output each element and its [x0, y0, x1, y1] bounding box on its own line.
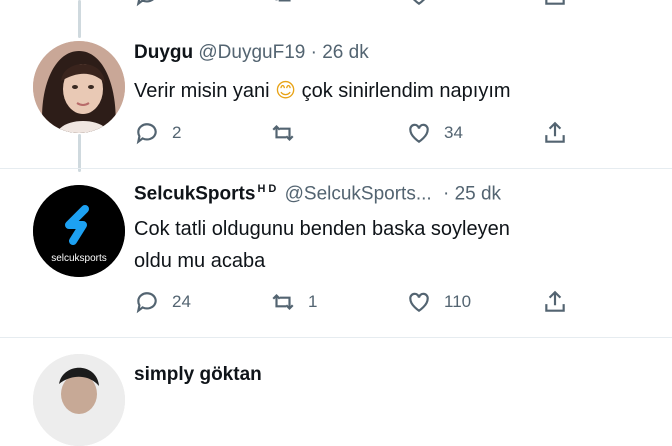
share-icon [545, 290, 565, 312]
tweet-text-part: Verir misin yani [134, 80, 276, 102]
tweet-actions: 24 1 110 [134, 289, 574, 317]
tweet-header: Duygu @DuyguF19 · 26 dk [134, 42, 369, 64]
display-name[interactable]: simply göktan [134, 364, 262, 385]
tweet-text-line: Cok tatli oldugunu benden baska soyleyen [134, 218, 510, 240]
timestamp[interactable]: 26 dk [322, 42, 368, 63]
reply-button[interactable]: 24 [134, 289, 191, 315]
avatar[interactable]: selcuksports [33, 185, 125, 277]
logo-text: selcuksports [51, 253, 107, 264]
like-count: 34 [444, 123, 463, 142]
handle[interactable]: @SelcukSports... [285, 183, 432, 204]
tweet-text-part: çok sinirlendim napıyım [296, 80, 511, 102]
tweet-text-line: oldu mu acaba [134, 250, 266, 272]
like-button[interactable]: 34 [406, 120, 463, 146]
tweet-partial[interactable]: simply göktan [0, 338, 672, 446]
smile-emoji: 😊 [275, 78, 297, 102]
avatar-image [33, 41, 125, 133]
retweet-button[interactable]: 1 [270, 289, 317, 315]
selcuksports-logo: selcuksports [33, 185, 125, 277]
reply-icon [136, 123, 157, 145]
like-button[interactable]: 110 [406, 289, 471, 315]
avatar[interactable] [33, 354, 125, 446]
reply-button[interactable]: 2 [134, 120, 181, 146]
retweet-icon [272, 124, 294, 142]
tweet-header: SelcukSports HD @SelcukSports... · 25 dk [134, 183, 501, 205]
separator: · [310, 42, 317, 63]
separator: · [442, 183, 450, 205]
share-button[interactable] [542, 120, 568, 146]
tweet-selcuksports[interactable]: selcuksports SelcukSports HD @SelcukSport… [0, 169, 672, 337]
timestamp[interactable]: 25 dk [455, 183, 501, 204]
reply-count: 2 [172, 123, 182, 142]
like-count: 110 [444, 292, 472, 311]
tweet-text: Cok tatli oldugunu benden baska soyleyen… [134, 213, 510, 277]
avatar[interactable] [33, 41, 125, 133]
retweet-icon [272, 293, 294, 311]
retweet-count: 1 [308, 292, 318, 311]
display-name[interactable]: SelcukSports [134, 183, 255, 204]
share-icon [545, 121, 565, 143]
avatar-image [33, 354, 125, 446]
tweet-header: simply göktan [134, 364, 262, 386]
handle[interactable]: @DuyguF19 [198, 42, 305, 63]
share-button[interactable] [542, 289, 568, 315]
reply-count: 24 [172, 292, 191, 311]
like-icon [409, 292, 429, 312]
name-suffix: HD [257, 183, 280, 195]
display-name[interactable]: Duygu [134, 42, 193, 63]
tweet-actions: 2 34 [134, 120, 574, 148]
tweet-text: Verir misin yani 😊 çok sinirlendim napıy… [134, 74, 511, 107]
retweet-button[interactable] [270, 120, 308, 146]
tweet-duygu[interactable]: Duygu @DuyguF19 · 26 dk Verir misin yani… [0, 0, 672, 168]
like-icon [409, 123, 429, 143]
reply-icon [136, 292, 157, 314]
